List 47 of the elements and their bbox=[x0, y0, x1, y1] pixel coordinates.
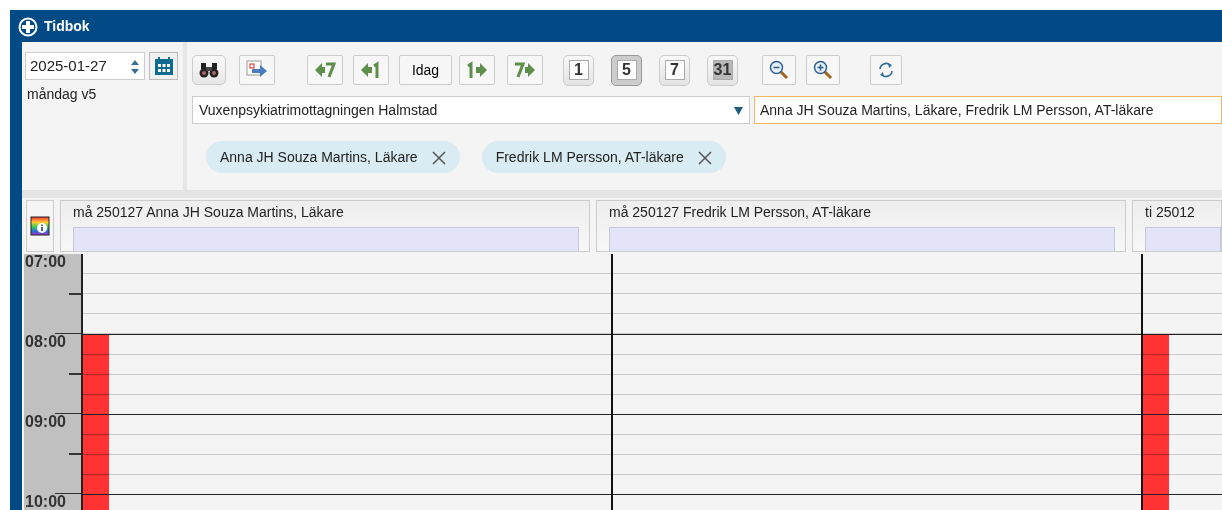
column-header: ti 25012 bbox=[1145, 203, 1196, 222]
zoom-in-icon bbox=[813, 60, 833, 80]
calendar-button[interactable] bbox=[149, 52, 178, 80]
window-title: Tidbok bbox=[44, 16, 90, 36]
unit-dropdown[interactable]: Vuxenpsykiatrimottagningen Halmstad bbox=[192, 96, 750, 124]
export-icon bbox=[246, 60, 268, 80]
forward-arrow-icon bbox=[466, 61, 488, 79]
time-label: 09:00 bbox=[24, 414, 81, 430]
staff-chip: Anna JH Souza Martins, Läkare bbox=[206, 141, 460, 173]
column-header: må 250127 Anna JH Souza Martins, Läkare bbox=[73, 203, 345, 222]
view-button[interactable]: 1 bbox=[563, 54, 594, 86]
info-icon bbox=[30, 216, 50, 236]
view-button: 31 bbox=[707, 54, 738, 86]
staff-field[interactable]: Anna JH Souza Martins, Läkare, Fredrik LM Persson, AT-läkare bbox=[754, 96, 1222, 124]
cross-icon bbox=[18, 16, 38, 37]
date-field[interactable]: 2025-01-27 bbox=[25, 52, 145, 80]
close-icon[interactable] bbox=[431, 150, 446, 165]
info-button[interactable] bbox=[26, 200, 54, 252]
note-field[interactable] bbox=[609, 227, 1115, 251]
back-arrow-icon bbox=[314, 61, 336, 79]
today-button[interactable]: Idag bbox=[399, 55, 452, 85]
zoom-out-button[interactable] bbox=[762, 55, 796, 85]
forward-arrow-icon bbox=[514, 61, 536, 79]
caret-icon bbox=[734, 106, 743, 115]
refresh-button[interactable] bbox=[870, 55, 902, 85]
column-header: må 250127 Fredrik LM Persson, AT-läkare bbox=[609, 203, 872, 222]
refresh-icon bbox=[877, 61, 895, 79]
search-button[interactable] bbox=[192, 55, 226, 85]
zoom-in-button[interactable] bbox=[806, 55, 840, 85]
back-day-button[interactable] bbox=[353, 55, 389, 85]
forward-day-button[interactable] bbox=[459, 55, 495, 85]
view-button[interactable]: 7 bbox=[659, 54, 690, 86]
weekday-label: måndag v5 bbox=[26, 85, 98, 104]
view-button[interactable]: 5 bbox=[611, 54, 642, 86]
back-week-button[interactable] bbox=[307, 55, 343, 85]
spinner-icon[interactable] bbox=[130, 58, 140, 75]
time-label: 10:00 bbox=[24, 494, 81, 510]
time-label: 08:00 bbox=[24, 334, 81, 350]
back-arrow-icon bbox=[360, 61, 382, 79]
staff-chip: Fredrik LM Persson, AT-läkare bbox=[481, 141, 726, 173]
export-button[interactable] bbox=[239, 55, 275, 85]
note-field[interactable] bbox=[73, 227, 579, 251]
zoom-out-icon bbox=[769, 60, 789, 80]
binoculars-icon bbox=[199, 62, 219, 78]
close-icon[interactable] bbox=[697, 150, 712, 165]
note-field[interactable] bbox=[1145, 227, 1221, 251]
forward-week-button[interactable] bbox=[507, 55, 543, 85]
